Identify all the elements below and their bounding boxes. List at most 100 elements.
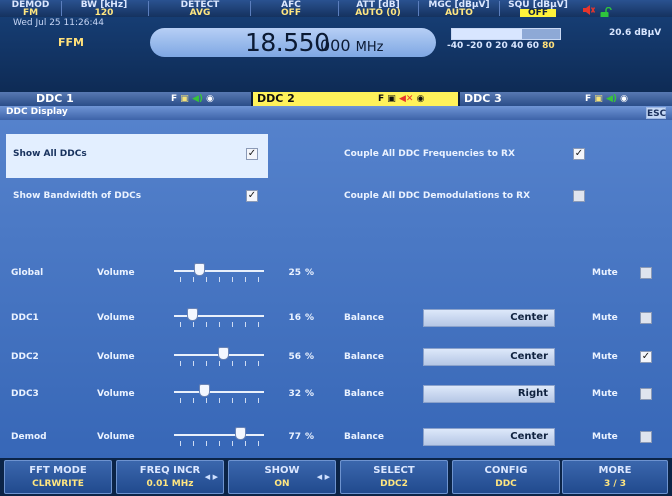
mgc-value: AUTO <box>445 8 473 18</box>
divider <box>148 1 149 16</box>
slider-knob[interactable] <box>199 384 210 397</box>
show-bandwidth-checkbox[interactable]: ✓ <box>246 190 258 202</box>
ddc-tab-icons: F ▣ ◀✕ ◉ <box>378 92 424 106</box>
couple-frequencies-checkbox[interactable]: ✓ <box>573 148 585 160</box>
volume-value: 32 <box>288 389 301 399</box>
padlock-open-icon[interactable] <box>600 4 612 19</box>
speaker-muted-icon[interactable] <box>582 0 596 15</box>
divider <box>61 1 62 16</box>
mute-checkbox[interactable] <box>640 312 652 324</box>
softkey-title: MORE <box>598 465 632 476</box>
receiver-screen: DEMOD FM BW [kHz] 120 DETECT AVG AFC OFF… <box>0 0 672 496</box>
meter-end: 80 <box>542 41 555 51</box>
softkey-config[interactable]: CONFIG DDC <box>452 460 560 494</box>
balance-select[interactable]: Center <box>423 309 555 327</box>
percent-unit: % <box>305 432 315 442</box>
slider-knob[interactable] <box>187 308 198 321</box>
slider-track <box>174 391 264 393</box>
balance-select[interactable]: Center <box>423 348 555 366</box>
slider-ticks <box>180 441 260 446</box>
show-bandwidth-label: Show Bandwidth of DDCs <box>13 191 142 201</box>
volume-value: 77 <box>288 432 301 442</box>
balance-label: Balance <box>344 389 384 399</box>
mute-label: Mute <box>592 268 618 278</box>
slider-track <box>174 434 264 436</box>
couple-demodulations-label: Couple All DDC Demodulations to RX <box>344 191 531 201</box>
volume-value: 25 <box>288 268 301 278</box>
mute-checkbox[interactable]: ✓ <box>640 351 652 363</box>
slider-knob[interactable] <box>194 263 205 276</box>
show-all-ddcs-label: Show All DDCs <box>13 149 87 159</box>
row-name: DDC1 <box>11 313 39 323</box>
escape-button[interactable]: ESC <box>646 107 666 119</box>
volume-value: 56 <box>288 352 301 362</box>
divider <box>418 1 419 16</box>
row-name: DDC2 <box>11 352 39 362</box>
softkey-freq-incr[interactable]: FREQ INCR 0.01 MHz ◀ ▶ <box>116 460 224 494</box>
percent-unit: % <box>305 389 315 399</box>
frequency-panel: Wed Jul 25 11:26:44 FFM 18.550 000 MHz -… <box>0 17 672 92</box>
speaker-on-icon: ◀) <box>191 94 203 104</box>
frequency-main: 18.550 <box>245 28 330 57</box>
slider-knob[interactable] <box>218 347 229 360</box>
balance-select[interactable]: Center <box>423 428 555 446</box>
volume-label: Volume <box>97 352 135 362</box>
softkey-fft-mode[interactable]: FFT MODE CLRWRITE <box>4 460 112 494</box>
tab-ddc3[interactable]: DDC 3 F ▣ ◀) ◉ <box>460 92 672 106</box>
volume-slider[interactable] <box>174 263 264 285</box>
balance-label: Balance <box>344 352 384 362</box>
ddc-tab-icons: F ▣ ◀) ◉ <box>585 92 628 106</box>
balance-label: Balance <box>344 313 384 323</box>
balance-label: Balance <box>344 432 384 442</box>
mute-checkbox[interactable] <box>640 267 652 279</box>
eye-icon: ◉ <box>620 94 628 104</box>
mgc-status[interactable]: MGC [dBµV] AUTO <box>420 0 498 18</box>
arrows-icon: ◀ ▶ <box>316 473 330 481</box>
volume-slider[interactable] <box>174 308 264 330</box>
slider-ticks <box>180 398 260 403</box>
volume-slider[interactable] <box>174 384 264 406</box>
frequency-icon: F <box>378 94 385 104</box>
softkey-value: DDC2 <box>380 479 408 489</box>
softkey-value: CLRWRITE <box>32 479 84 489</box>
demod-icon: ▣ <box>180 94 189 104</box>
couple-demodulations-checkbox[interactable] <box>573 190 585 202</box>
softkey-value: 3 / 3 <box>603 479 627 489</box>
operating-mode[interactable]: FFM <box>58 36 84 49</box>
volume-slider[interactable] <box>174 427 264 449</box>
divider <box>250 1 251 16</box>
bandwidth-value: 120 <box>94 8 114 18</box>
squelch-status[interactable]: SQU [dBµV] OFF <box>500 0 576 18</box>
datetime-readout: Wed Jul 25 11:26:44 <box>13 18 104 28</box>
slider-ticks <box>180 322 260 327</box>
mute-checkbox[interactable] <box>640 388 652 400</box>
tab-ddc1[interactable]: DDC 1 F ▣ ◀) ◉ <box>0 92 251 106</box>
percent-unit: % <box>305 268 315 278</box>
demod-status[interactable]: DEMOD FM <box>0 0 61 18</box>
volume-slider[interactable] <box>174 347 264 369</box>
demod-icon: ▣ <box>594 94 603 104</box>
afc-status[interactable]: AFC OFF <box>256 0 326 18</box>
slider-knob[interactable] <box>235 427 246 440</box>
softkey-value: DDC <box>495 479 517 489</box>
show-all-ddcs-checkbox[interactable]: ✓ <box>246 148 258 160</box>
bandwidth-status[interactable]: BW [kHz] 120 <box>64 0 144 18</box>
divider <box>338 1 339 16</box>
ddc-tab-label: DDC 1 <box>36 92 74 105</box>
signal-level: 20.6 dBµV <box>609 28 662 38</box>
eye-icon: ◉ <box>416 94 425 104</box>
volume-label: Volume <box>97 268 135 278</box>
detect-status[interactable]: DETECT AVG <box>160 0 240 18</box>
slider-ticks <box>180 277 260 282</box>
detect-value: AVG <box>189 8 211 18</box>
tab-ddc2[interactable]: DDC 2 F ▣ ◀✕ ◉ <box>253 92 458 106</box>
softkey-show[interactable]: SHOW ON ◀ ▶ <box>228 460 336 494</box>
attenuation-status[interactable]: ATT [dB] AUTO (0) <box>342 0 414 18</box>
attenuation-value: AUTO (0) <box>355 8 401 18</box>
balance-select[interactable]: Right <box>423 385 555 403</box>
mute-checkbox[interactable] <box>640 431 652 443</box>
demod-value: FM <box>22 8 39 18</box>
afc-value: OFF <box>281 8 301 18</box>
softkey-more[interactable]: MORE 3 / 3 <box>562 460 668 494</box>
softkey-select[interactable]: SELECT DDC2 <box>340 460 448 494</box>
